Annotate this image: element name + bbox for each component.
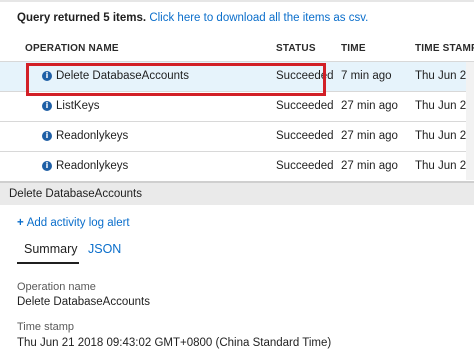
column-header-time-stamp[interactable]: TIME STAMP [415, 43, 474, 54]
query-summary: Query returned 5 items. Click here to do… [17, 12, 368, 24]
info-icon: i [42, 131, 52, 141]
operation-name-label: Operation name [17, 281, 96, 293]
top-divider [0, 0, 474, 2]
table-scrollbar[interactable] [466, 62, 474, 180]
time-stamp-value: Thu Jun 21 2018 09:43:02 GMT+0800 (China… [17, 337, 332, 349]
table-row[interactable]: i Delete DatabaseAccounts Succeeded 7 mi… [0, 62, 474, 92]
info-icon: i [42, 71, 52, 81]
detail-pane-title: Delete DatabaseAccounts [9, 188, 142, 200]
column-header-time[interactable]: TIME [341, 43, 366, 54]
table-row[interactable]: i Readonlykeys Succeeded 27 min ago Thu … [0, 122, 474, 152]
column-header-operation-name[interactable]: OPERATION NAME [25, 43, 119, 54]
table-row[interactable]: i Readonlykeys Succeeded 27 min ago Thu … [0, 152, 474, 182]
info-icon: i [42, 161, 52, 171]
time-cell: 27 min ago [341, 100, 398, 112]
status-cell: Succeeded [276, 70, 334, 82]
info-icon: i [42, 101, 52, 111]
query-result-text: Query returned 5 items. [17, 12, 147, 24]
add-activity-log-alert-link[interactable]: + Add activity log alert [17, 217, 130, 229]
activity-log-table: OPERATION NAME STATUS TIME TIME STAMP i … [0, 36, 474, 182]
table-header: OPERATION NAME STATUS TIME TIME STAMP [0, 36, 474, 62]
table-row[interactable]: i ListKeys Succeeded 27 min ago Thu Jun … [0, 92, 474, 122]
column-header-status[interactable]: STATUS [276, 43, 316, 54]
plus-icon: + [17, 217, 24, 229]
add-alert-label: Add activity log alert [26, 217, 130, 229]
tab-json[interactable]: JSON [88, 242, 121, 256]
download-csv-link[interactable]: Click here to download all the items as … [149, 12, 368, 24]
status-cell: Succeeded [276, 160, 334, 172]
operation-name-cell: ListKeys [56, 100, 100, 112]
operation-name-cell: Delete DatabaseAccounts [56, 70, 189, 82]
time-cell: 27 min ago [341, 130, 398, 142]
active-tab-indicator [17, 262, 79, 264]
operation-name-value: Delete DatabaseAccounts [17, 296, 150, 308]
status-cell: Succeeded [276, 100, 334, 112]
operation-name-cell: Readonlykeys [56, 160, 129, 172]
time-cell: 27 min ago [341, 160, 398, 172]
time-cell: 7 min ago [341, 70, 392, 82]
status-cell: Succeeded [276, 130, 334, 142]
tab-summary[interactable]: Summary [24, 242, 77, 256]
detail-pane-header: Delete DatabaseAccounts [0, 181, 474, 205]
operation-name-cell: Readonlykeys [56, 130, 129, 142]
time-stamp-label: Time stamp [17, 321, 75, 333]
